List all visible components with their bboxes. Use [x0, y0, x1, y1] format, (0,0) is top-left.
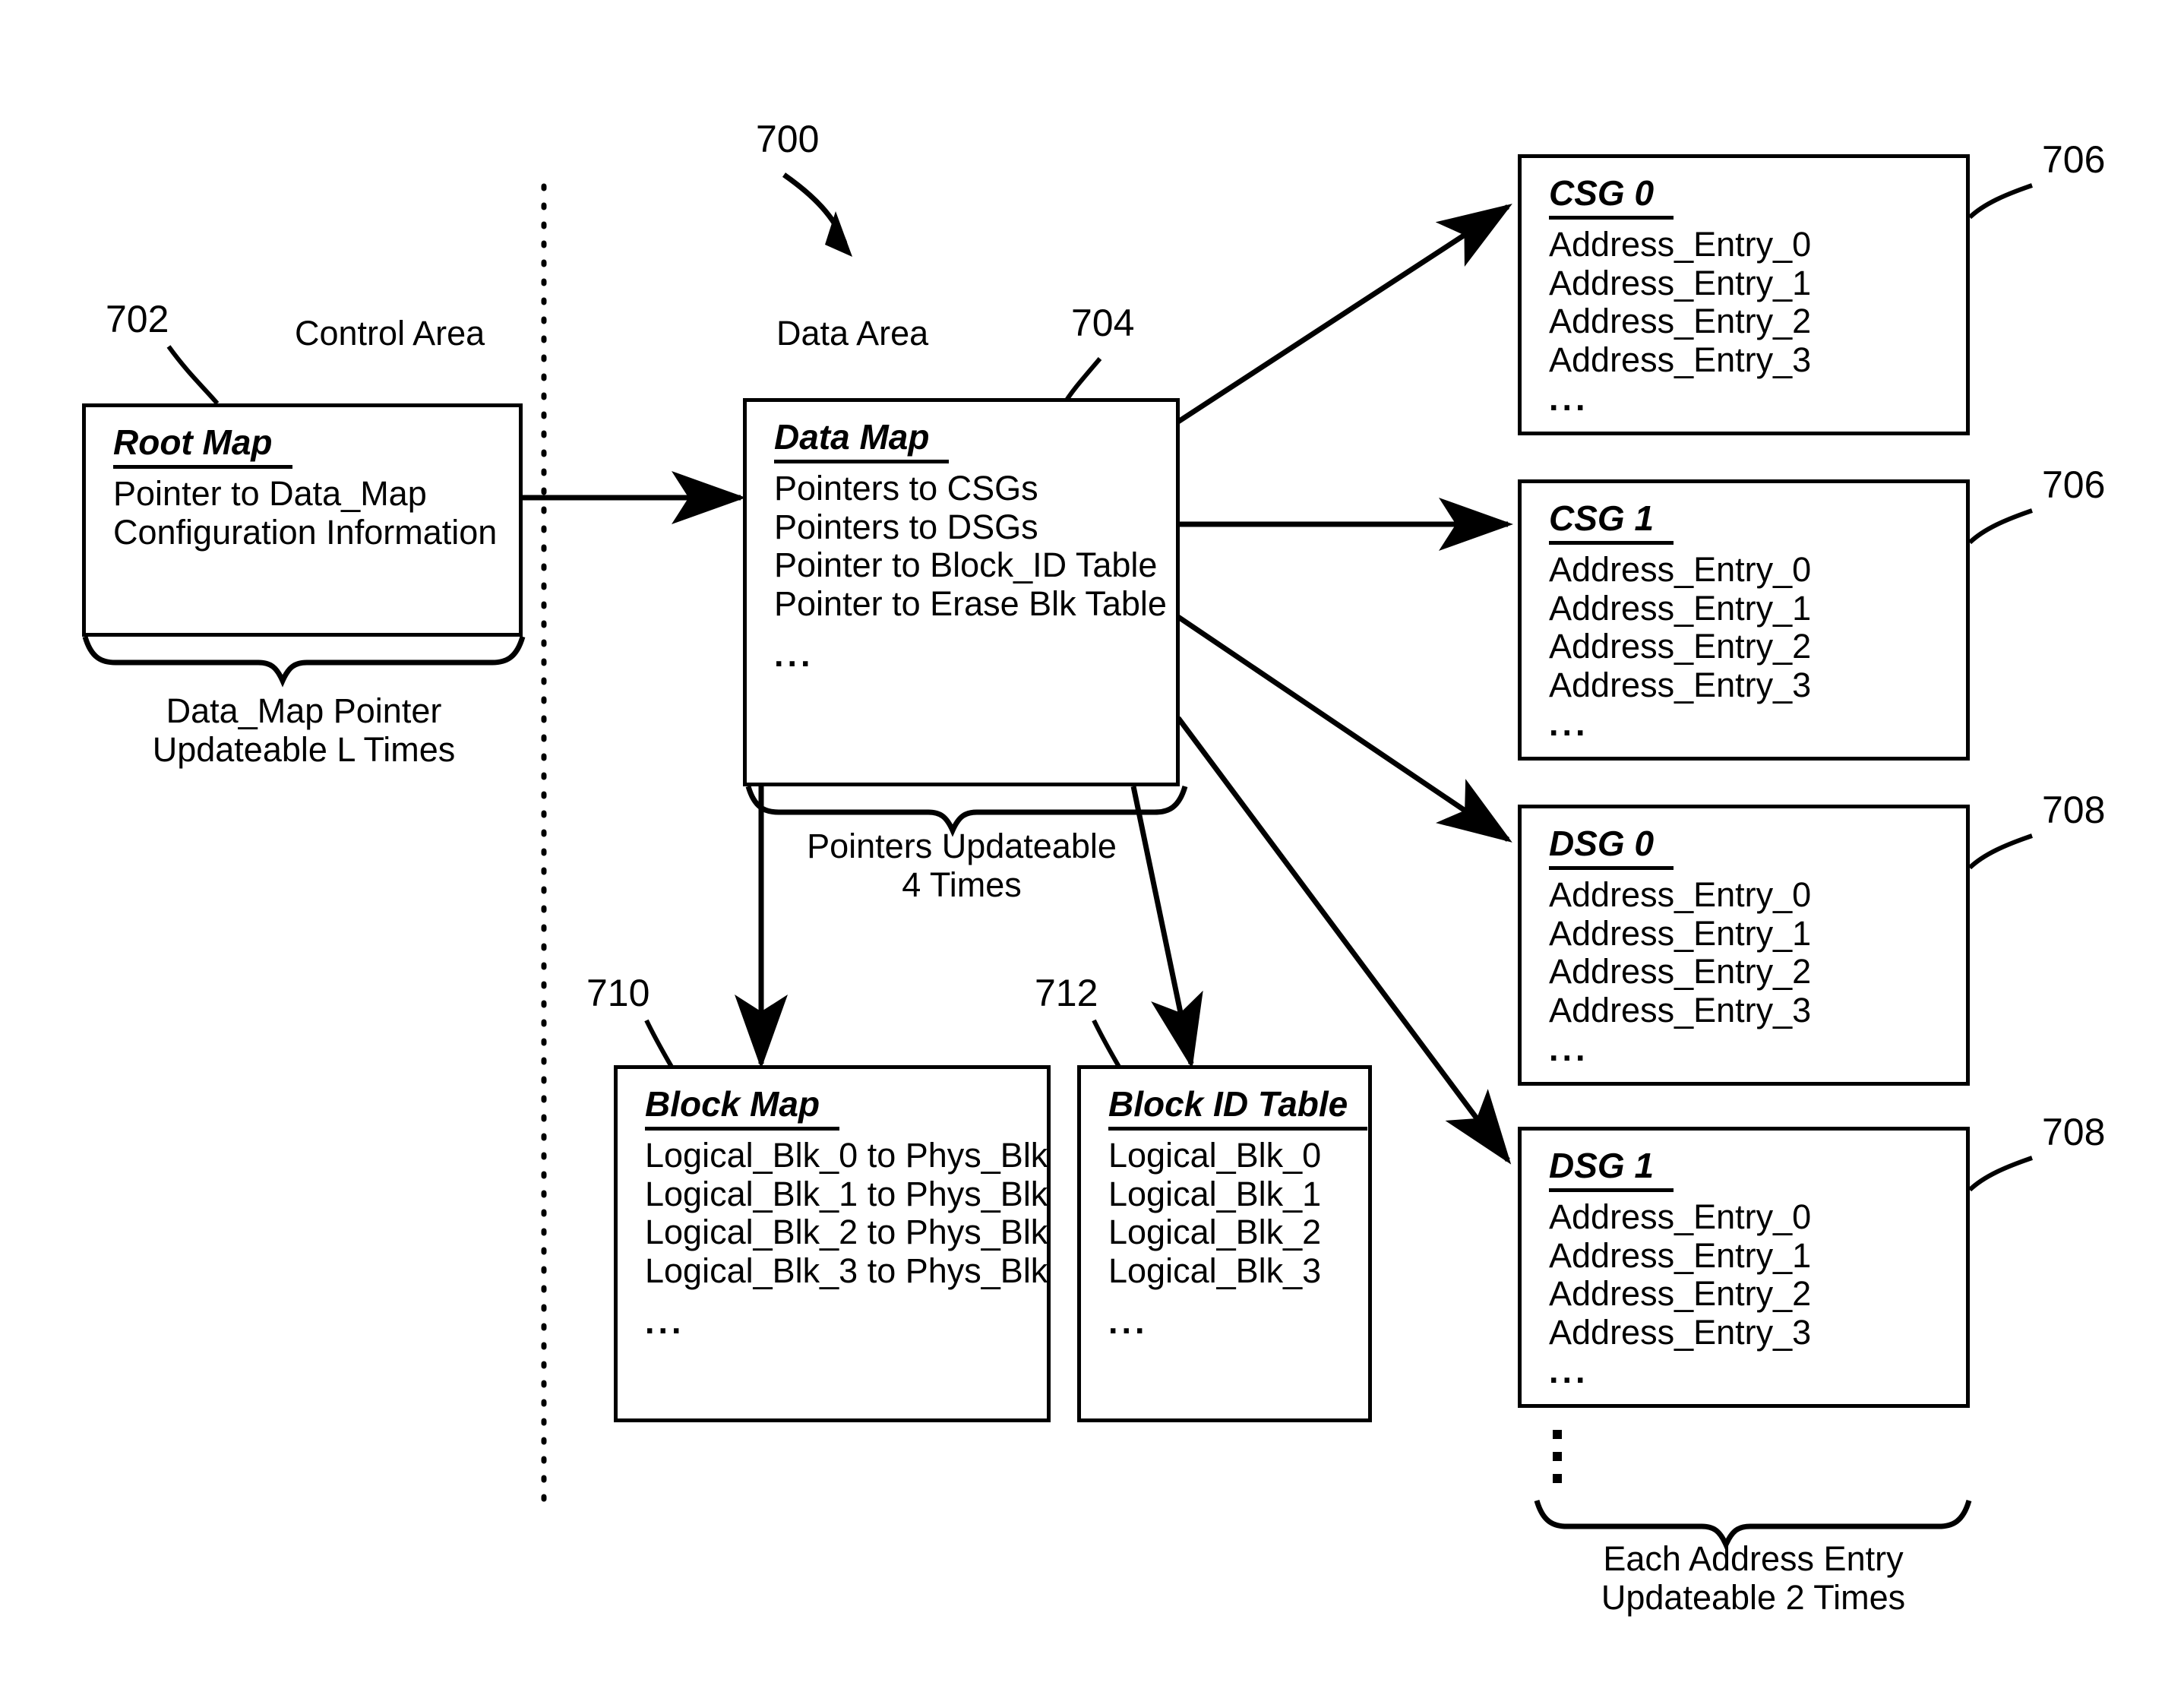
block-id-table-box[interactable]: Block ID Table Logical_Blk_0 Logical_Blk…: [1077, 1065, 1372, 1422]
data-map-brace-caption-line-2: 4 Times: [902, 865, 1022, 905]
data-map-title: Data Map: [774, 418, 950, 463]
data-map-line-0: Pointers to CSGs: [774, 468, 1038, 508]
dsg1-line-2: Address_Entry_2: [1549, 1274, 1812, 1314]
block-map-line-1: Logical_Blk_1 to Phys_Blk: [645, 1174, 1048, 1213]
csg1-line-2: Address_Entry_2: [1549, 627, 1812, 666]
block-id-table-line-0: Logical_Blk_0: [1108, 1135, 1322, 1175]
brace-data-map: [745, 785, 1188, 837]
block-id-table-title: Block ID Table: [1108, 1085, 1368, 1131]
brace-address-entries: [1534, 1499, 1972, 1551]
data-area-label: Data Area: [776, 314, 929, 353]
address-entries-brace-caption-line-2: Updateable 2 Times: [1601, 1578, 1906, 1618]
arrow-datamap-to-csg0: [1177, 204, 1512, 424]
dsg0-line-2: Address_Entry_2: [1549, 952, 1812, 991]
data-map-brace-caption-line-1: Pointers Updateable: [807, 827, 1117, 865]
csg1-line-1: Address_Entry_1: [1549, 588, 1812, 628]
dsg1-line-1: Address_Entry_1: [1549, 1235, 1812, 1275]
root-map-line-1: Configuration Information: [113, 512, 498, 552]
block-map-ellipsis: ...: [645, 1302, 685, 1342]
control-area-label: Control Area: [295, 314, 485, 353]
csg1-line-0: Address_Entry_0: [1549, 549, 1812, 589]
address-entries-brace-caption: Each Address Entry Updateable 2 Times: [1537, 1539, 1970, 1618]
ref-number-706-csg1: 706: [2042, 463, 2106, 506]
brace-root-map: [82, 635, 526, 688]
block-map-line-2: Logical_Blk_2 to Phys_Blk: [645, 1213, 1048, 1252]
block-map-title: Block Map: [645, 1085, 840, 1131]
block-map-line-3: Logical_Blk_3 to Phys_Blk: [645, 1251, 1048, 1291]
dsg1-title: DSG 1: [1549, 1146, 1674, 1192]
block-id-table-lines: Logical_Blk_0 Logical_Blk_1 Logical_Blk_…: [1108, 1135, 1368, 1291]
ref-number-706-csg0: 706: [2042, 138, 2106, 181]
dsg1-ellipsis: ...: [1549, 1352, 1589, 1391]
ref-leader-706-csg1: [1967, 508, 2033, 545]
block-id-table-line-1: Logical_Blk_1: [1108, 1174, 1322, 1213]
ref-number-704: 704: [1071, 302, 1135, 344]
ref-leader-708-dsg0: [1967, 833, 2033, 870]
dsg1-line-3: Address_Entry_3: [1549, 1313, 1812, 1352]
root-map-line-0: Pointer to Data_Map: [113, 473, 427, 513]
dsg0-ellipsis: ...: [1549, 1029, 1589, 1069]
data-map-brace-caption: Pointers Updateable 4 Times: [743, 827, 1180, 905]
dsg0-line-1: Address_Entry_1: [1549, 913, 1812, 953]
dsg0-box[interactable]: DSG 0 Address_Entry_0 Address_Entry_1 Ad…: [1518, 805, 1970, 1086]
dsg0-lines: Address_Entry_0 Address_Entry_1 Address_…: [1549, 874, 1966, 1030]
block-id-table-ellipsis: ...: [1108, 1302, 1149, 1342]
block-map-box[interactable]: Block Map Logical_Blk_0 to Phys_Blk Logi…: [614, 1065, 1051, 1422]
block-id-table-line-2: Logical_Blk_2: [1108, 1213, 1322, 1252]
csg1-line-3: Address_Entry_3: [1549, 666, 1812, 705]
figure-number-arrowhead: [825, 211, 852, 257]
arrow-datamap-to-dsg0: [1177, 615, 1512, 843]
dsg0-line-0: Address_Entry_0: [1549, 874, 1812, 914]
vertical-ellipsis-icon: [1553, 1430, 1562, 1483]
ref-leader-702: [166, 345, 220, 405]
data-map-line-2: Pointer to Block_ID Table: [774, 546, 1158, 585]
csg0-lines: Address_Entry_0 Address_Entry_1 Address_…: [1549, 224, 1966, 380]
ref-number-712: 712: [1035, 972, 1098, 1014]
dsg0-line-3: Address_Entry_3: [1549, 991, 1812, 1030]
block-map-lines: Logical_Blk_0 to Phys_Blk Logical_Blk_1 …: [645, 1135, 1048, 1291]
root-map-brace-caption: Data_Map Pointer Updateable L Times: [85, 691, 523, 770]
data-map-ellipsis: ...: [774, 635, 814, 675]
ref-leader-706-csg0: [1967, 183, 2033, 220]
dsg1-box[interactable]: DSG 1 Address_Entry_0 Address_Entry_1 Ad…: [1518, 1127, 1970, 1408]
csg0-title: CSG 0: [1549, 174, 1674, 220]
ref-leader-708-dsg1: [1967, 1156, 2033, 1192]
address-entries-brace-caption-line-1: Each Address Entry: [1603, 1539, 1904, 1578]
root-map-lines: Pointer to Data_Map Configuration Inform…: [113, 473, 519, 552]
data-map-line-3: Pointer to Erase Blk Table: [774, 584, 1167, 624]
dsg1-line-0: Address_Entry_0: [1549, 1197, 1812, 1236]
csg1-box[interactable]: CSG 1 Address_Entry_0 Address_Entry_1 Ad…: [1518, 479, 1970, 761]
ref-number-710: 710: [586, 972, 650, 1014]
ref-number-708-dsg0: 708: [2042, 789, 2106, 831]
csg1-lines: Address_Entry_0 Address_Entry_1 Address_…: [1549, 549, 1966, 705]
ref-number-708-dsg1: 708: [2042, 1111, 2106, 1153]
figure-number-leader: [782, 172, 848, 245]
csg0-line-0: Address_Entry_0: [1549, 224, 1812, 264]
block-id-table-line-3: Logical_Blk_3: [1108, 1251, 1322, 1291]
csg1-title: CSG 1: [1549, 499, 1674, 545]
figure-number-700: 700: [756, 118, 820, 160]
csg0-line-1: Address_Entry_1: [1549, 263, 1812, 302]
csg0-line-3: Address_Entry_3: [1549, 340, 1812, 380]
block-map-line-0: Logical_Blk_0 to Phys_Blk: [645, 1135, 1048, 1175]
dsg0-title: DSG 0: [1549, 824, 1674, 870]
root-map-brace-caption-line-1: Data_Map Pointer: [166, 691, 442, 730]
root-map-box[interactable]: Root Map Pointer to Data_Map Configurati…: [82, 403, 523, 637]
csg0-ellipsis: ...: [1549, 379, 1589, 419]
csg0-box[interactable]: CSG 0 Address_Entry_0 Address_Entry_1 Ad…: [1518, 154, 1970, 435]
data-map-box[interactable]: Data Map Pointers to CSGs Pointers to DS…: [743, 398, 1180, 786]
data-map-line-1: Pointers to DSGs: [774, 507, 1038, 546]
ref-number-702: 702: [106, 298, 169, 340]
dsg1-lines: Address_Entry_0 Address_Entry_1 Address_…: [1549, 1197, 1966, 1352]
root-map-title: Root Map: [113, 423, 292, 469]
data-map-lines: Pointers to CSGs Pointers to DSGs Pointe…: [774, 468, 1176, 624]
patent-figure-700: 700 Control Area Data Area 702 704 706 7…: [0, 0, 2184, 1692]
root-map-brace-caption-line-2: Updateable L Times: [152, 730, 456, 770]
csg0-line-2: Address_Entry_2: [1549, 302, 1812, 341]
csg1-ellipsis: ...: [1549, 704, 1589, 744]
